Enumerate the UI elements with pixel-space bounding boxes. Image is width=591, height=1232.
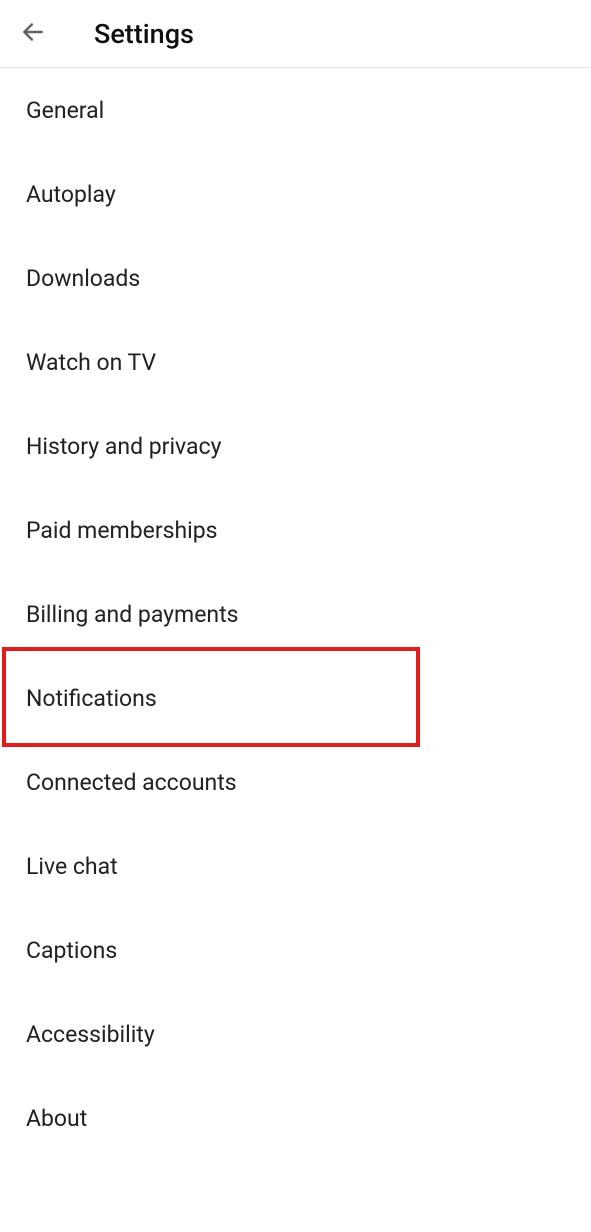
settings-item-live-chat[interactable]: Live chat [0, 824, 591, 908]
settings-item-label: Paid memberships [26, 517, 218, 544]
settings-item-notifications[interactable]: Notifications [0, 656, 591, 740]
settings-item-connected-accounts[interactable]: Connected accounts [0, 740, 591, 824]
settings-item-watch-on-tv[interactable]: Watch on TV [0, 320, 591, 404]
settings-item-captions[interactable]: Captions [0, 908, 591, 992]
settings-item-label: Billing and payments [26, 601, 239, 628]
settings-item-about[interactable]: About [0, 1076, 591, 1160]
settings-item-label: History and privacy [26, 433, 221, 460]
settings-item-history-and-privacy[interactable]: History and privacy [0, 404, 591, 488]
settings-item-label: About [26, 1105, 87, 1132]
back-button[interactable] [20, 19, 46, 49]
settings-item-label: Captions [26, 937, 117, 964]
settings-item-label: Watch on TV [26, 349, 156, 376]
settings-item-label: Autoplay [26, 181, 116, 208]
settings-item-label: Live chat [26, 853, 118, 880]
settings-item-accessibility[interactable]: Accessibility [0, 992, 591, 1076]
settings-item-label: Connected accounts [26, 769, 237, 796]
arrow-left-icon [20, 19, 46, 45]
settings-item-label: Accessibility [26, 1021, 155, 1048]
page-title: Settings [94, 18, 194, 50]
settings-item-label: Notifications [26, 685, 157, 712]
settings-item-billing-and-payments[interactable]: Billing and payments [0, 572, 591, 656]
header: Settings [0, 0, 591, 68]
settings-list: General Autoplay Downloads Watch on TV H… [0, 68, 591, 1160]
settings-item-label: General [26, 97, 104, 124]
settings-item-downloads[interactable]: Downloads [0, 236, 591, 320]
settings-item-autoplay[interactable]: Autoplay [0, 152, 591, 236]
settings-item-paid-memberships[interactable]: Paid memberships [0, 488, 591, 572]
settings-item-general[interactable]: General [0, 68, 591, 152]
settings-item-label: Downloads [26, 265, 140, 292]
